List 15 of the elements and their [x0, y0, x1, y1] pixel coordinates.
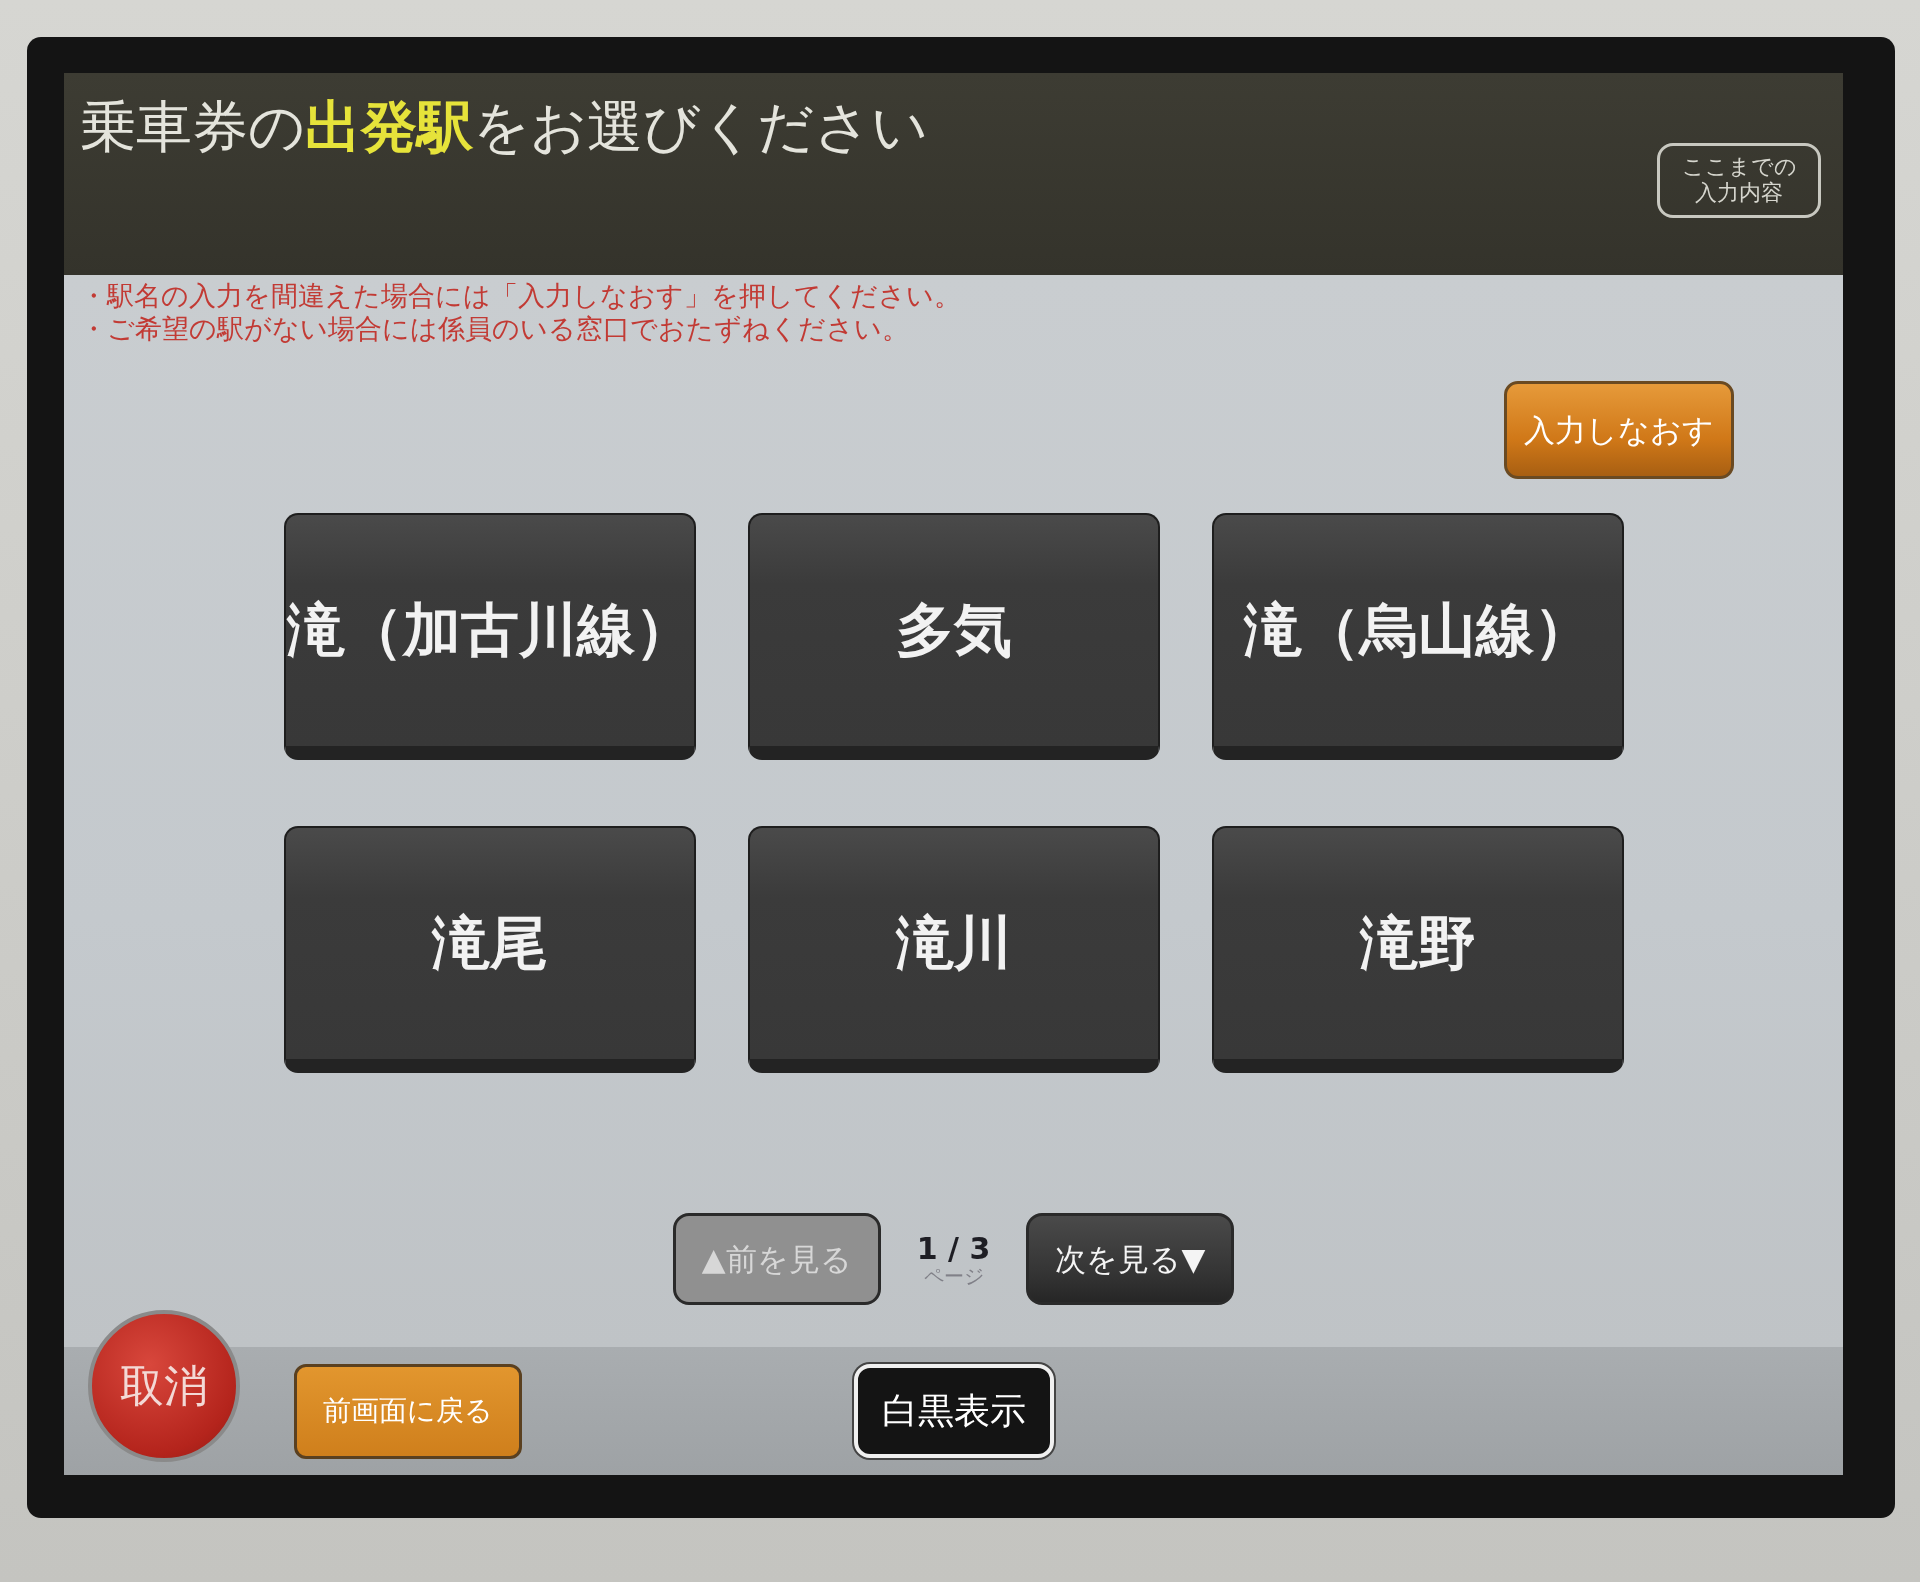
station-button[interactable]: 滝野	[1211, 826, 1624, 1073]
page-title: 乗車券の出発駅をお選びください	[80, 93, 928, 161]
page-label: ページ	[923, 1264, 984, 1287]
station-button[interactable]: 滝尾	[283, 826, 696, 1073]
station-button[interactable]: 滝（加古川線）	[283, 513, 696, 760]
notice-text: ・ご希望の駅がない場合には係員のいる窓口でおたずねください。	[80, 312, 910, 345]
input-summary-button[interactable]: ここまでの入力内容	[1657, 143, 1821, 218]
monochrome-button[interactable]: 白黒表示	[853, 1364, 1054, 1458]
next-page-button[interactable]: 次を見る▼	[1026, 1213, 1235, 1305]
station-button[interactable]: 滝川	[747, 826, 1160, 1073]
page-number: 1 / 3	[916, 1231, 991, 1265]
cancel-button[interactable]: 取消	[88, 1310, 240, 1462]
station-button[interactable]: 多気	[747, 513, 1160, 760]
notice-text: ・駅名の入力を間違えた場合には「入力しなおす」を押してください。	[80, 279, 962, 312]
station-button[interactable]: 滝（烏山線）	[1211, 513, 1624, 760]
